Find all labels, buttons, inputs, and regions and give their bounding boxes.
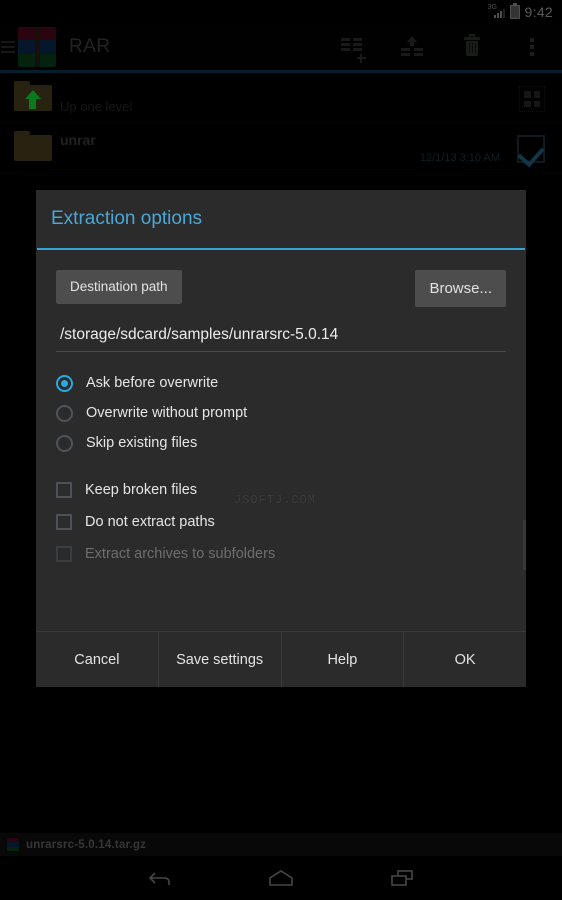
- browse-button[interactable]: Browse...: [415, 270, 506, 307]
- archive-status-bar: unrarsrc-5.0.14.tar.gz: [0, 833, 562, 856]
- hamburger-menu-icon[interactable]: [1, 41, 15, 53]
- dialog-body: Destination path Browse... Ask before ov…: [36, 250, 526, 631]
- signal-bars-icon: 3G: [488, 4, 505, 19]
- ok-button[interactable]: OK: [404, 632, 526, 687]
- checkbox-checked-icon[interactable]: [517, 135, 545, 163]
- option-label: Skip existing files: [86, 435, 198, 451]
- status-bar: 3G 9:42: [0, 0, 562, 24]
- overflow-menu-icon: [530, 38, 534, 56]
- list-item[interactable]: unrar 12/1/13 3:10 AM: [0, 123, 562, 173]
- destination-path-input[interactable]: [56, 326, 506, 352]
- dialog-footer: Cancel Save settings Help OK: [36, 631, 526, 687]
- dialog-scrollbar[interactable]: [523, 520, 526, 570]
- radio-selected-icon: [56, 374, 73, 392]
- option-label: Ask before overwrite: [86, 375, 219, 391]
- action-bar-buttons: [322, 24, 562, 70]
- help-button[interactable]: Help: [282, 632, 405, 687]
- rar-archive-icon: [18, 27, 56, 67]
- destination-path-row: Destination path Browse...: [56, 270, 506, 307]
- dialog-title: Extraction options: [51, 208, 203, 229]
- select-all-grid-icon[interactable]: [519, 86, 545, 112]
- radio-skip-existing-files[interactable]: Skip existing files: [56, 428, 506, 458]
- delete-button[interactable]: [442, 24, 502, 70]
- clock-label: 9:42: [524, 4, 553, 20]
- folder-icon: [14, 131, 52, 161]
- option-label: Extract archives to subfolders: [85, 546, 276, 562]
- archive-name-label: unrarsrc-5.0.14.tar.gz: [26, 838, 147, 851]
- list-item[interactable]: Up one level: [0, 73, 562, 123]
- back-arrow-icon[interactable]: [148, 869, 172, 887]
- add-to-archive-button[interactable]: [322, 24, 382, 70]
- option-label: Do not extract paths: [85, 514, 215, 530]
- file-date-label: 12/1/13 3:10 AM: [419, 152, 500, 164]
- radio-overwrite-without-prompt[interactable]: Overwrite without prompt: [56, 398, 506, 428]
- option-label: Overwrite without prompt: [86, 405, 248, 421]
- dialog-header: Extraction options: [36, 190, 526, 248]
- android-screen: 3G 9:42 RAR Up one level unrar 12/1/13 3…: [0, 0, 562, 900]
- trash-icon: [464, 34, 480, 57]
- rar-archive-icon: [7, 838, 19, 851]
- add-to-archive-icon: [341, 38, 366, 63]
- checkbox-unchecked-disabled-icon: [56, 546, 72, 562]
- option-label: Keep broken files: [85, 482, 198, 498]
- radio-unselected-icon: [56, 434, 73, 452]
- file-name-label: Up one level: [60, 99, 133, 114]
- radio-unselected-icon: [56, 404, 73, 422]
- checkbox-unchecked-icon: [56, 514, 72, 530]
- file-name-label: unrar: [60, 132, 96, 148]
- checkbox-extract-archives-to-subfolders: Extract archives to subfolders: [56, 538, 506, 570]
- battery-icon: [509, 3, 520, 19]
- signal-strength-bars: [493, 9, 505, 18]
- extraction-options-dialog: Extraction options Destination path Brow…: [36, 190, 526, 687]
- overflow-menu-button[interactable]: [502, 24, 562, 70]
- extract-icon: [401, 36, 423, 58]
- overwrite-options-group: Ask before overwrite Overwrite without p…: [56, 368, 506, 458]
- folder-up-icon: [14, 81, 52, 111]
- destination-path-button[interactable]: Destination path: [56, 270, 182, 304]
- watermark-label: JSOFTJ.COM: [234, 493, 317, 507]
- file-list: Up one level unrar 12/1/13 3:10 AM: [0, 73, 562, 173]
- navigation-bar: [0, 856, 562, 900]
- extraction-flags-group: Keep broken files Do not extract paths E…: [56, 474, 506, 570]
- home-icon[interactable]: [268, 869, 294, 887]
- save-settings-button[interactable]: Save settings: [159, 632, 282, 687]
- action-bar: RAR: [0, 24, 562, 70]
- checkbox-do-not-extract-paths[interactable]: Do not extract paths: [56, 506, 506, 538]
- cancel-button[interactable]: Cancel: [36, 632, 159, 687]
- extract-button[interactable]: [382, 24, 442, 70]
- recents-icon[interactable]: [390, 869, 414, 887]
- checkbox-unchecked-icon: [56, 482, 72, 498]
- app-title: RAR: [69, 36, 111, 57]
- radio-ask-before-overwrite[interactable]: Ask before overwrite: [56, 368, 506, 398]
